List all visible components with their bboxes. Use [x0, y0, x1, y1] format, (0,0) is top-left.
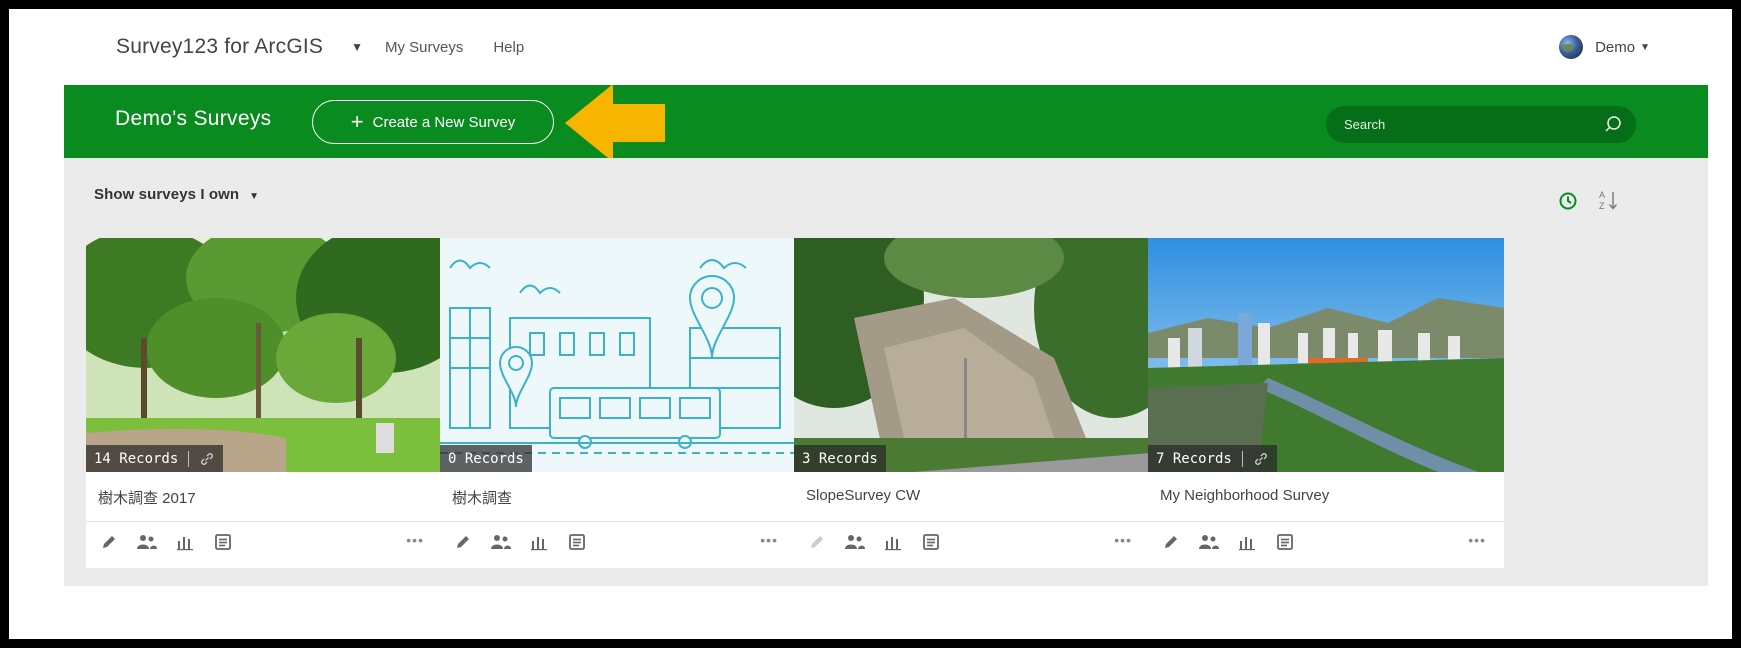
collaborate-button[interactable] [136, 533, 158, 551]
user-menu[interactable]: Demo ▼ [1559, 35, 1650, 59]
pencil-icon [103, 536, 115, 548]
badge-divider [1241, 450, 1243, 467]
more-options-icon[interactable]: ••• [760, 532, 778, 548]
edit-survey-button[interactable] [1162, 533, 1180, 551]
users-icon [845, 535, 865, 549]
bar-chart-icon [531, 537, 547, 551]
pencil-icon [811, 536, 823, 548]
data-button[interactable] [568, 533, 586, 551]
analyze-button[interactable] [1238, 533, 1258, 551]
edit-survey-button [808, 533, 826, 551]
more-options-icon[interactable]: ••• [1114, 532, 1132, 548]
surveys-gallery: Show surveys I own ▼ A Z 14 Records 樹木調查… [64, 158, 1708, 586]
link-icon [1254, 452, 1267, 465]
edit-survey-button[interactable] [100, 533, 118, 551]
survey-card[interactable]: 7 Records My Neighborhood Survey ••• [1148, 238, 1504, 568]
survey-thumbnail-city[interactable]: 7 Records [1148, 238, 1504, 472]
card-actions: ••• [100, 528, 430, 556]
record-count: 0 Records [448, 450, 524, 467]
record-count-badge: 3 Records [794, 445, 886, 472]
data-button[interactable] [922, 533, 940, 551]
page-title: Demo's Surveys [115, 107, 272, 130]
survey-card[interactable]: 0 Records 樹木調查 ••• [440, 238, 796, 568]
link-icon [201, 452, 214, 465]
avatar [1559, 35, 1584, 59]
card-actions: ••• [808, 528, 1138, 556]
bar-chart-icon [1239, 537, 1255, 551]
filter-label: Show surveys I own [94, 186, 240, 203]
arrow-annotation-icon [565, 84, 665, 162]
search-icon[interactable] [1604, 115, 1622, 133]
survey-thumbnail-slope[interactable]: 3 Records [794, 238, 1150, 472]
create-new-survey-label: Create a New Survey [372, 113, 516, 131]
record-count-badge: 0 Records [440, 445, 532, 472]
clock-icon[interactable] [1559, 192, 1577, 210]
survey-filter-dropdown[interactable]: Show surveys I own ▼ [94, 186, 259, 203]
survey-thumbnail-park[interactable]: 14 Records [86, 238, 442, 472]
pencil-icon [457, 536, 469, 548]
survey-card[interactable]: 14 Records 樹木調查 2017 ••• [86, 238, 442, 568]
survey-card[interactable]: 3 Records SlopeSurvey CW ••• [794, 238, 1150, 568]
data-button[interactable] [214, 533, 232, 551]
user-name: Demo [1595, 38, 1636, 56]
card-actions: ••• [1162, 528, 1492, 556]
users-icon [1199, 535, 1219, 549]
create-new-survey-button[interactable]: + Create a New Survey [312, 100, 554, 144]
sort-az-icon[interactable]: A Z [1599, 189, 1619, 211]
analyze-button[interactable] [884, 533, 904, 551]
analyze-button[interactable] [176, 533, 196, 551]
svg-text:A: A [1599, 190, 1605, 200]
card-actions: ••• [454, 528, 784, 556]
collaborate-button[interactable] [844, 533, 866, 551]
bar-chart-icon [177, 537, 193, 551]
search-input[interactable] [1344, 117, 1584, 132]
surveys-banner: Demo's Surveys + Create a New Survey [64, 85, 1708, 158]
more-options-icon[interactable]: ••• [406, 532, 424, 548]
document-icon [569, 534, 585, 550]
record-count: 3 Records [802, 450, 878, 467]
search-box [1326, 106, 1636, 143]
survey-thumbnail-illustration[interactable]: 0 Records [440, 238, 796, 472]
record-count-badge: 7 Records [1148, 445, 1277, 472]
record-count: 7 Records [1156, 450, 1232, 467]
users-icon [137, 535, 157, 549]
app-menu-caret-icon[interactable]: ▼ [351, 40, 363, 54]
app-title[interactable]: Survey123 for ArcGIS [116, 35, 323, 59]
svg-text:Z: Z [1599, 201, 1605, 211]
nav-help[interactable]: Help [493, 39, 524, 56]
pencil-icon [1165, 536, 1177, 548]
record-count-badge: 14 Records [86, 445, 224, 472]
plus-icon: + [350, 109, 364, 134]
collaborate-button[interactable] [490, 533, 512, 551]
document-icon [215, 534, 231, 550]
users-icon [491, 535, 511, 549]
top-nav: Survey123 for ArcGIS ▼ My Surveys Help D… [56, 9, 1706, 85]
document-icon [923, 534, 939, 550]
bar-chart-icon [885, 537, 901, 551]
document-icon [1277, 534, 1293, 550]
survey-title[interactable]: 樹木調查 [440, 472, 796, 522]
caret-down-icon: ▼ [1640, 41, 1650, 53]
badge-divider [188, 450, 190, 467]
survey-title[interactable]: SlopeSurvey CW [794, 472, 1150, 522]
survey-title[interactable]: 樹木調查 2017 [86, 472, 442, 522]
collaborate-button[interactable] [1198, 533, 1220, 551]
data-button[interactable] [1276, 533, 1294, 551]
nav-my-surveys[interactable]: My Surveys [385, 39, 463, 56]
more-options-icon[interactable]: ••• [1468, 532, 1486, 548]
survey-title[interactable]: My Neighborhood Survey [1148, 472, 1504, 522]
record-count: 14 Records [94, 450, 179, 467]
edit-survey-button[interactable] [454, 533, 472, 551]
analyze-button[interactable] [530, 533, 550, 551]
caret-down-icon: ▼ [249, 191, 260, 202]
